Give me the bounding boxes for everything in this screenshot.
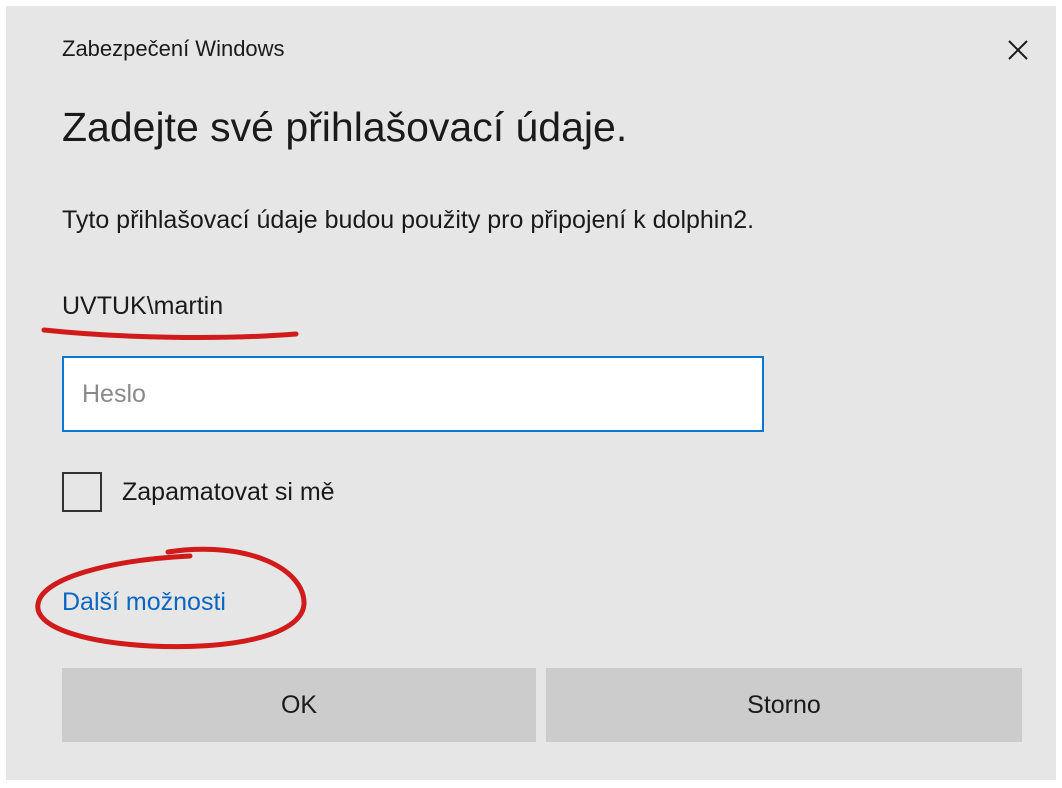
cancel-button[interactable]: Storno (546, 668, 1022, 742)
close-button[interactable] (994, 26, 1042, 74)
username-label: UVTUK\martin (62, 292, 224, 320)
close-icon (1008, 40, 1028, 60)
ok-button[interactable]: OK (62, 668, 536, 742)
dialog-heading: Zadejte své přihlašovací údaje. (62, 104, 628, 150)
credentials-dialog: Zabezpečení Windows Zadejte své přihlašo… (6, 6, 1056, 780)
dialog-description: Tyto přihlašovací údaje budou použity pr… (62, 206, 755, 234)
more-options-link[interactable]: Další možnosti (62, 588, 226, 617)
remember-me-label: Zapamatovat si mě (122, 477, 335, 506)
password-input[interactable] (62, 356, 764, 432)
remember-me-checkbox-row[interactable]: Zapamatovat si mě (62, 472, 335, 512)
dialog-caption: Zabezpečení Windows (62, 36, 285, 61)
remember-me-checkbox[interactable] (62, 472, 102, 512)
